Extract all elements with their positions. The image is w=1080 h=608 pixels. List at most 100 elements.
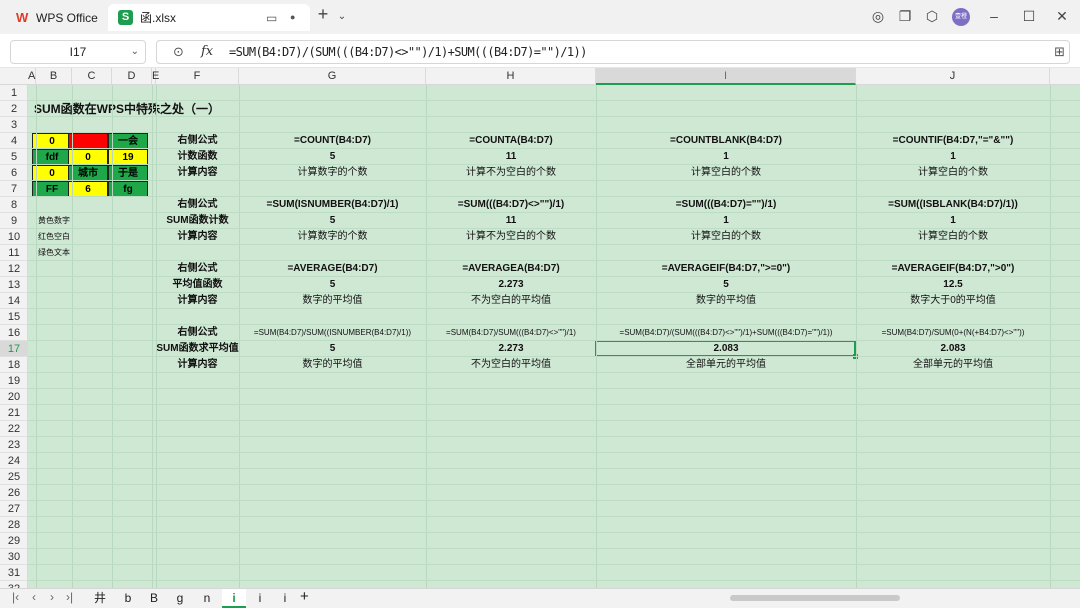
name-box[interactable]: I17 ⌄ <box>10 40 146 64</box>
sample-cell[interactable]: fdf <box>32 149 72 165</box>
column-header-c[interactable]: C <box>72 68 112 85</box>
sheet-tab[interactable]: n <box>195 589 219 608</box>
row-header-9[interactable]: 9 <box>0 213 28 229</box>
row-header-21[interactable]: 21 <box>0 405 28 421</box>
sample-cell[interactable]: 19 <box>108 149 148 165</box>
row-header-17[interactable]: 17 <box>0 341 28 357</box>
zoom-icon[interactable]: ⊙ <box>173 44 184 60</box>
row-header-8[interactable]: 8 <box>0 197 28 213</box>
copy-window-icon[interactable]: ❐ <box>896 8 914 25</box>
new-tab-plus-icon[interactable]: + <box>314 4 332 25</box>
formula-input[interactable]: ⊙ fx =SUM(B4:D7)/(SUM(((B4:D7)<>"")/1)+S… <box>156 40 1070 64</box>
grid-vertical-line <box>426 85 427 588</box>
row-header-14[interactable]: 14 <box>0 293 28 309</box>
sheet-tab[interactable]: i <box>248 589 272 608</box>
sample-cell[interactable]: 0 <box>32 133 72 149</box>
tab-wps-office[interactable]: W WPS Office <box>8 4 104 31</box>
monitor-icon[interactable]: ▭ <box>266 11 277 25</box>
row-header-22[interactable]: 22 <box>0 421 28 437</box>
row-header-30[interactable]: 30 <box>0 549 28 565</box>
close-icon[interactable]: ✕ <box>1053 8 1071 25</box>
sheet-tab[interactable]: g <box>168 589 192 608</box>
sample-cell[interactable]: 于是 <box>108 165 148 181</box>
row-header-19[interactable]: 19 <box>0 373 28 389</box>
grid-horizontal-line <box>28 228 1080 229</box>
sheet-tab[interactable]: 井 <box>88 589 112 608</box>
column-header-f[interactable]: F <box>156 68 239 85</box>
row-header-18[interactable]: 18 <box>0 357 28 373</box>
column-header-g[interactable]: G <box>239 68 426 85</box>
legend-label: 绿色文本 <box>38 248 70 257</box>
column-header-b[interactable]: B <box>36 68 72 85</box>
next-sheet-icon[interactable]: › <box>50 590 54 604</box>
row-header-25[interactable]: 25 <box>0 469 28 485</box>
row-header-16[interactable]: 16 <box>0 325 28 341</box>
row-header-31[interactable]: 31 <box>0 565 28 581</box>
sample-cell[interactable]: 一会 <box>108 133 148 149</box>
dot-icon[interactable]: ● <box>290 12 295 22</box>
row-header-12[interactable]: 12 <box>0 261 28 277</box>
row-header-11[interactable]: 11 <box>0 245 28 261</box>
sheet-tab[interactable]: B <box>142 589 166 608</box>
row-header-28[interactable]: 28 <box>0 517 28 533</box>
last-sheet-icon[interactable]: ›| <box>66 590 73 604</box>
row-header-3[interactable]: 3 <box>0 117 28 133</box>
value-cell: 2.273 <box>498 279 524 290</box>
grid-horizontal-line <box>28 500 1080 501</box>
first-sheet-icon[interactable]: |‹ <box>12 590 19 604</box>
row-header-15[interactable]: 15 <box>0 309 28 325</box>
block-row-label: 右侧公式 <box>177 199 218 210</box>
row-header-26[interactable]: 26 <box>0 485 28 501</box>
row-header-27[interactable]: 27 <box>0 501 28 517</box>
sample-cell[interactable]: 0 <box>68 149 108 165</box>
maximize-icon[interactable]: ☐ <box>1020 8 1038 25</box>
sheet-tab[interactable]: i <box>222 589 246 608</box>
sample-cell[interactable]: fg <box>108 181 148 197</box>
block-row-label: SUM函数求平均值 <box>156 343 239 354</box>
row-header-24[interactable]: 24 <box>0 453 28 469</box>
sheet-tab[interactable]: i <box>273 589 297 608</box>
description-cell: 计算数字的个数 <box>297 231 368 242</box>
minimize-icon[interactable]: – <box>985 8 1003 24</box>
row-header-2[interactable]: 2 <box>0 101 28 117</box>
sample-cell[interactable] <box>68 133 108 149</box>
row-header-7[interactable]: 7 <box>0 181 28 197</box>
chevron-down-icon[interactable]: ⌄ <box>333 11 351 22</box>
sample-cell[interactable]: FF <box>32 181 72 197</box>
sheet-title: SUM函数在WPS中特殊之处（一） <box>34 102 221 116</box>
row-header-6[interactable]: 6 <box>0 165 28 181</box>
column-header-a[interactable]: A <box>28 68 36 85</box>
column-header-h[interactable]: H <box>426 68 596 85</box>
expand-icon[interactable]: ⊞ <box>1054 44 1065 60</box>
row-header-10[interactable]: 10 <box>0 229 28 245</box>
colorful-ai-icon[interactable]: ◎ <box>869 8 887 25</box>
add-sheet-icon[interactable]: + <box>300 588 309 605</box>
tab-file[interactable]: S 函.xlsx ▭ ● <box>108 4 310 31</box>
spreadsheet-grid[interactable]: ABCDEFGHIJ 1 2 3 4 5 6 7 8 9 10 11 12 13 14 15 16 17 18 19… <box>0 68 1080 588</box>
horizontal-scrollbar[interactable] <box>730 595 900 601</box>
chevron-down-icon[interactable]: ⌄ <box>131 41 139 63</box>
sample-cell[interactable]: 城市 <box>68 165 108 181</box>
row-header-4[interactable]: 4 <box>0 133 28 149</box>
column-header-i[interactable]: I <box>596 68 856 85</box>
prev-sheet-icon[interactable]: ‹ <box>32 590 36 604</box>
row-header-5[interactable]: 5 <box>0 149 28 165</box>
sheet-tab[interactable]: b <box>116 589 140 608</box>
fx-icon[interactable]: fx <box>201 44 213 59</box>
avatar[interactable]: 壹橙 <box>952 8 970 26</box>
column-header-d[interactable]: D <box>112 68 152 85</box>
sample-cell[interactable]: 6 <box>68 181 108 197</box>
row-header-23[interactable]: 23 <box>0 437 28 453</box>
value-cell: 1 <box>723 151 729 162</box>
row-header-29[interactable]: 29 <box>0 533 28 549</box>
row-header-1[interactable]: 1 <box>0 85 28 101</box>
row-header-32[interactable]: 32 <box>0 581 28 588</box>
column-header-j[interactable]: J <box>856 68 1050 85</box>
cube-icon[interactable]: ⬡ <box>923 8 941 25</box>
row-header-13[interactable]: 13 <box>0 277 28 293</box>
sample-cell[interactable]: 0 <box>32 165 72 181</box>
legend-label: 红色空白 <box>38 232 70 241</box>
row-header-20[interactable]: 20 <box>0 389 28 405</box>
grid-horizontal-line <box>28 100 1080 101</box>
description-cell: 计算空白的个数 <box>918 231 988 242</box>
